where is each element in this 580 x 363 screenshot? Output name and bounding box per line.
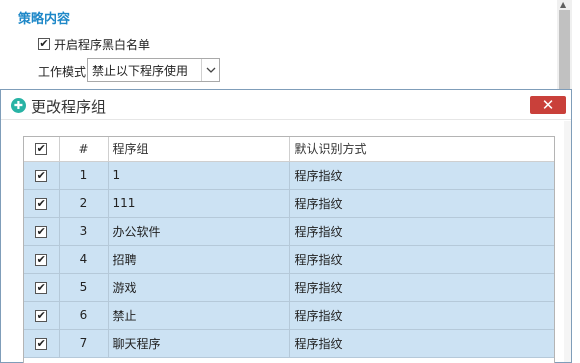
row-group-name: 111 <box>108 189 290 218</box>
enable-list-label: 开启程序黑白名单 <box>54 37 151 52</box>
dialog-header: ✚ 更改程序组 ✕ <box>1 90 571 120</box>
enable-list-checkbox[interactable]: ✔ <box>38 38 50 50</box>
table-row[interactable]: ✔ 6 禁止 程序指纹 <box>24 301 554 330</box>
row-number: 7 <box>59 329 109 358</box>
row-method: 程序指纹 <box>289 189 554 218</box>
column-header-method[interactable]: 默认识别方式 <box>289 137 554 162</box>
row-number: 2 <box>59 189 109 218</box>
dialog-title: 更改程序组 <box>31 98 107 116</box>
row-number: 5 <box>59 273 109 302</box>
table-row[interactable]: ✔ 5 游戏 程序指纹 <box>24 273 554 302</box>
page-scrollbar[interactable]: ▲ <box>557 0 572 95</box>
change-program-group-dialog: ✚ 更改程序组 ✕ ✔ # 程序组 默认识别方式 ✔ 1 1 程序指纹 ✔ 2 … <box>0 89 572 363</box>
checkmark-icon: ✔ <box>36 142 46 156</box>
checkmark-icon: ✔ <box>36 252 46 266</box>
row-number: 4 <box>59 245 109 274</box>
select-all-cell: ✔ <box>24 137 60 162</box>
row-checkbox-cell: ✔ <box>24 189 60 218</box>
row-checkbox-cell: ✔ <box>24 329 60 358</box>
row-checkbox-cell: ✔ <box>24 161 60 190</box>
dialog-scrollbar[interactable] <box>564 121 571 362</box>
row-number: 3 <box>59 217 109 246</box>
table-row[interactable]: ✔ 3 办公软件 程序指纹 <box>24 217 554 246</box>
table-row[interactable]: ✔ 1 1 程序指纹 <box>24 161 554 190</box>
row-checkbox-cell: ✔ <box>24 301 60 330</box>
row-checkbox-cell: ✔ <box>24 273 60 302</box>
work-mode-value: 禁止以下程序使用 <box>92 63 189 78</box>
checkmark-icon: ✔ <box>36 336 46 350</box>
table-row[interactable]: ✔ 4 招聘 程序指纹 <box>24 245 554 274</box>
enable-list-toggle[interactable]: ✔ 开启程序黑白名单 <box>38 36 150 52</box>
row-checkbox[interactable]: ✔ <box>35 308 48 322</box>
chevron-down-icon[interactable] <box>201 59 219 81</box>
row-checkbox[interactable]: ✔ <box>35 168 48 182</box>
program-group-table: ✔ # 程序组 默认识别方式 ✔ 1 1 程序指纹 ✔ 2 111 程序指纹 ✔… <box>23 136 555 363</box>
table-row[interactable]: ✔ 2 111 程序指纹 <box>24 189 554 218</box>
checkmark-icon: ✔ <box>36 224 46 238</box>
row-group-name: 聊天程序 <box>108 329 290 358</box>
page-scrollbar-thumb[interactable] <box>559 10 570 90</box>
row-checkbox-cell: ✔ <box>24 245 60 274</box>
row-group-name: 游戏 <box>108 273 290 302</box>
column-header-group[interactable]: 程序组 <box>108 137 290 162</box>
column-header-number[interactable]: # <box>59 137 109 162</box>
checkmark-icon: ✔ <box>36 196 46 210</box>
row-method: 程序指纹 <box>289 329 554 358</box>
row-checkbox-cell: ✔ <box>24 217 60 246</box>
row-method: 程序指纹 <box>289 273 554 302</box>
checkmark-icon: ✔ <box>36 168 46 182</box>
checkmark-icon: ✔ <box>36 308 46 322</box>
row-method: 程序指纹 <box>289 245 554 274</box>
close-icon[interactable]: ✕ <box>542 96 555 114</box>
section-title: 策略内容 <box>18 12 71 27</box>
select-all-checkbox[interactable]: ✔ <box>35 142 48 156</box>
row-number: 1 <box>59 161 109 190</box>
row-group-name: 1 <box>108 161 290 190</box>
scroll-up-icon[interactable]: ▲ <box>560 1 566 9</box>
row-method: 程序指纹 <box>289 161 554 190</box>
table-header-row: ✔ # 程序组 默认识别方式 <box>24 137 554 162</box>
row-group-name: 招聘 <box>108 245 290 274</box>
row-checkbox[interactable]: ✔ <box>35 224 48 238</box>
row-checkbox[interactable]: ✔ <box>35 280 48 294</box>
work-mode-select[interactable]: 禁止以下程序使用 <box>87 58 220 82</box>
row-checkbox[interactable]: ✔ <box>35 196 48 210</box>
row-method: 程序指纹 <box>289 301 554 330</box>
checkmark-icon: ✔ <box>36 280 46 294</box>
close-button[interactable]: ✕ <box>530 96 566 114</box>
work-mode-label: 工作模式 <box>38 65 87 79</box>
row-group-name: 禁止 <box>108 301 290 330</box>
row-number: 6 <box>59 301 109 330</box>
row-checkbox[interactable]: ✔ <box>35 252 48 266</box>
row-method: 程序指纹 <box>289 217 554 246</box>
row-group-name: 办公软件 <box>108 217 290 246</box>
row-checkbox[interactable]: ✔ <box>35 336 48 350</box>
checkmark-icon: ✔ <box>39 37 49 50</box>
plus-circle-icon: ✚ <box>11 98 26 113</box>
table-row[interactable]: ✔ 7 聊天程序 程序指纹 <box>24 329 554 358</box>
